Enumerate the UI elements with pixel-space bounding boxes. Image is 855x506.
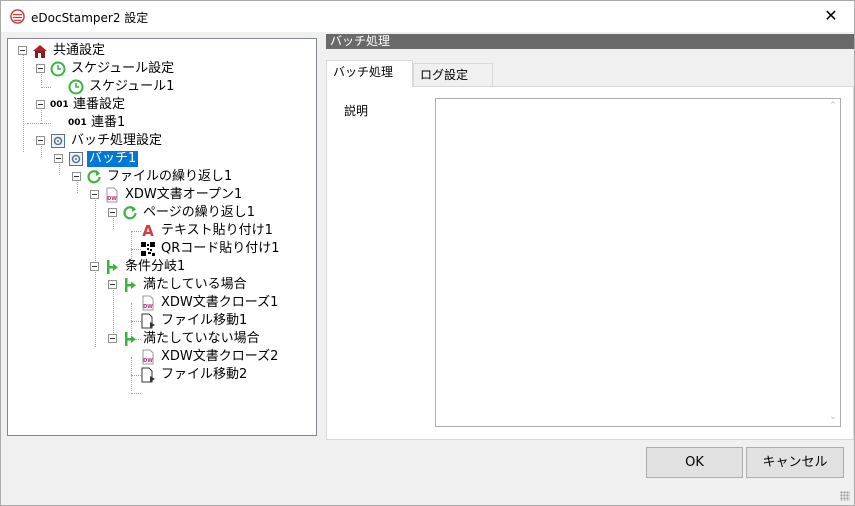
- xdw-document-icon-text: DW: [143, 358, 153, 364]
- xdw-document-icon: DW: [106, 187, 118, 202]
- ok-button[interactable]: OK: [646, 447, 743, 478]
- close-button[interactable]: ✕: [808, 1, 854, 32]
- tree-item-xdw-open-1[interactable]: DW XDW文書オープン1: [104, 186, 244, 203]
- tree-item-file-loop-1[interactable]: ファイルの繰り返し1: [86, 168, 234, 185]
- xdw-document-icon: DW: [142, 349, 154, 364]
- scroll-up-icon[interactable]: ⌃: [828, 101, 838, 111]
- clock-icon: [50, 61, 66, 76]
- panel-header: バッチ処理: [326, 34, 854, 49]
- tree-collapse-toggle[interactable]: [108, 334, 117, 343]
- settings-tree[interactable]: 共通設定 スケジュール設定 スケジュール1 001 連番設定 001 連番1 バ…: [7, 38, 317, 436]
- tree-collapse-toggle[interactable]: [108, 280, 117, 289]
- loop-icon: [123, 205, 137, 219]
- branch-arrow-icon: [125, 277, 136, 292]
- tree-item-xdw-close-1[interactable]: DW XDW文書クローズ1: [140, 294, 280, 311]
- tree-item-file-move-1[interactable]: ファイル移動1: [140, 312, 249, 329]
- close-icon: ✕: [824, 6, 838, 25]
- resize-grip-icon[interactable]: [840, 491, 850, 501]
- app-icon: [10, 9, 25, 24]
- qr-code-icon: [141, 241, 155, 256]
- tree-item-condition-false[interactable]: 満たしていない場合: [122, 330, 262, 347]
- tree-collapse-toggle[interactable]: [90, 262, 99, 271]
- description-textarea[interactable]: [435, 98, 841, 427]
- sequence-number-icon: 001: [68, 117, 87, 128]
- tree-item-condition-1[interactable]: 条件分岐1: [104, 258, 187, 275]
- tree-collapse-toggle[interactable]: [36, 136, 45, 145]
- tree-item-common-settings[interactable]: 共通設定: [32, 42, 107, 59]
- tree-item-sequence-settings[interactable]: 001 連番設定: [50, 96, 127, 113]
- file-move-icon: [141, 367, 155, 382]
- text-stamp-icon: A: [142, 221, 154, 240]
- batch-gear-icon: [51, 133, 65, 148]
- tree-item-qr-paste-1[interactable]: QRコード貼り付け1: [140, 240, 282, 257]
- tree-item-xdw-close-2[interactable]: DW XDW文書クローズ2: [140, 348, 280, 365]
- house-icon: [33, 44, 47, 58]
- branch-arrow-icon: [107, 259, 118, 274]
- loop-icon: [87, 169, 101, 183]
- tree-item-schedule-1[interactable]: スケジュール1: [68, 78, 176, 95]
- tree-collapse-toggle[interactable]: [18, 46, 27, 55]
- tree-item-condition-true[interactable]: 満たしている場合: [122, 276, 249, 293]
- tree-collapse-toggle[interactable]: [108, 208, 117, 217]
- tree-collapse-toggle[interactable]: [90, 190, 99, 199]
- clock-icon: [68, 79, 84, 94]
- sequence-number-icon: 001: [50, 99, 69, 110]
- tab-log-settings[interactable]: ログ設定: [413, 63, 493, 86]
- window-title: eDocStamper2 設定: [31, 11, 149, 25]
- branch-arrow-icon: [125, 331, 136, 346]
- scroll-down-icon[interactable]: ⌄: [828, 412, 838, 422]
- tree-collapse-toggle[interactable]: [54, 154, 63, 163]
- tree-item-schedule-settings[interactable]: スケジュール設定: [50, 60, 176, 77]
- batch-gear-icon: [69, 151, 83, 166]
- settings-window: eDocStamper2 設定 ✕ 共通設定 スケジュール設定 スケジュール1 …: [0, 0, 855, 506]
- file-move-icon: [141, 313, 155, 328]
- xdw-document-icon: DW: [142, 295, 154, 310]
- tree-item-sequence-1[interactable]: 001 連番1: [68, 114, 127, 131]
- tree-collapse-toggle[interactable]: [36, 64, 45, 73]
- tree-item-batch-settings[interactable]: バッチ処理設定: [50, 132, 164, 149]
- xdw-document-icon-text: DW: [107, 196, 117, 202]
- tab-batch-processing[interactable]: バッチ処理: [326, 60, 413, 87]
- xdw-document-icon-text: DW: [143, 304, 153, 310]
- tree-item-batch-1[interactable]: バッチ1: [68, 150, 139, 167]
- tree-item-text-paste-1[interactable]: A テキスト貼り付け1: [140, 222, 275, 239]
- tree-collapse-toggle[interactable]: [72, 172, 81, 181]
- tree-item-page-loop-1[interactable]: ページの繰り返し1: [122, 204, 257, 221]
- tree-collapse-toggle[interactable]: [36, 100, 45, 109]
- tree-item-file-move-2[interactable]: ファイル移動2: [140, 366, 249, 383]
- description-label: 説明: [344, 104, 369, 118]
- cancel-button[interactable]: キャンセル: [746, 447, 844, 478]
- title-bar: eDocStamper2 設定 ✕: [1, 1, 854, 32]
